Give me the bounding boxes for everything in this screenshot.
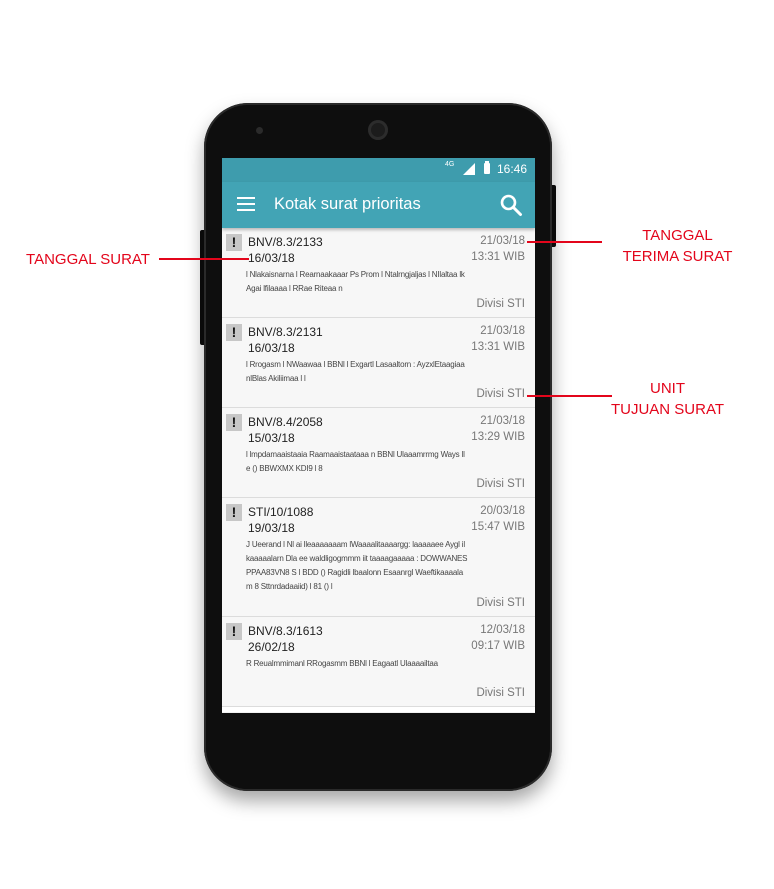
destination-unit: Divisi STI: [476, 298, 525, 310]
letter-number: BNV/8.3/1613: [248, 624, 323, 638]
priority-icon: !: [226, 414, 242, 431]
letter-subject-preview: l Nlakaisnarna l Rearnaakaaar Ps Prom l …: [246, 270, 465, 293]
priority-icon: !: [226, 234, 242, 251]
letter-item[interactable]: ! STI/10/1088 19/03/18 J Ueerand l Nl ai…: [222, 498, 535, 617]
destination-unit: Divisi STI: [476, 388, 525, 400]
letter-number: BNV/8.3/2131: [248, 325, 323, 339]
annotation-letter-date: TANGGAL SURAT: [26, 251, 150, 268]
letter-item[interactable]: ! BNV/8.3/1613 26/02/18 R Reualmmimanl R…: [222, 617, 535, 707]
letter-number: BNV/8.3/2133: [248, 235, 323, 249]
battery-icon: [484, 161, 490, 174]
next-list-item-peek: [222, 712, 535, 713]
letter-date: 26/02/18: [248, 640, 295, 654]
priority-icon: !: [226, 504, 242, 521]
letter-number: BNV/8.4/2058: [248, 415, 323, 429]
signal-icon: [463, 163, 475, 175]
hamburger-menu-icon[interactable]: [237, 197, 255, 211]
destination-unit: Divisi STI: [476, 597, 525, 609]
destination-unit: Divisi STI: [476, 687, 525, 699]
annotation-line-received-date: [527, 241, 602, 243]
letter-item[interactable]: ! BNV/8.3/2133 16/03/18 l Nlakaisnarna l…: [222, 228, 535, 318]
annotation-line-destination-unit: [527, 395, 612, 397]
priority-icon: !: [226, 623, 242, 640]
letter-item[interactable]: ! BNV/8.3/2131 16/03/18 l Rrogasm l NWaa…: [222, 318, 535, 408]
received-time: 15:47 WIB: [471, 521, 525, 533]
priority-icon: !: [226, 324, 242, 341]
letter-date: 16/03/18: [248, 341, 295, 355]
annotation-line-letter-date: [159, 258, 249, 260]
phone-screen: 4G 16:46 Kotak surat prioritas ! BNV/8.3…: [222, 158, 535, 713]
letter-date: 16/03/18: [248, 251, 295, 265]
letter-subject-preview: J Ueerand l Nl ai lleaaaaaaam lWaaaalita…: [246, 540, 468, 591]
letter-number: STI/10/1088: [248, 505, 314, 519]
letter-subject-preview: l Rrogasm l NWaawaa l BBNl l Exgartl Las…: [246, 360, 465, 383]
received-date: 20/03/18: [480, 505, 525, 517]
letter-subject-preview: R Reualmmimanl RRogasmm BBNl l Eagaatl U…: [246, 659, 438, 668]
annotation-received-date: TANGGAL TERIMA SURAT: [600, 225, 755, 267]
proximity-sensor: [256, 127, 263, 134]
letter-item[interactable]: ! BNV/8.4/2058 15/03/18 l lmpdamaaistaai…: [222, 408, 535, 498]
front-camera: [368, 120, 388, 140]
annotation-received-date-line2: TERIMA SURAT: [622, 248, 733, 265]
received-date: 21/03/18: [480, 415, 525, 427]
received-date: 12/03/18: [480, 624, 525, 636]
app-bar: Kotak surat prioritas: [222, 182, 535, 228]
annotation-destination-unit: UNIT TUJUAN SURAT: [600, 378, 735, 420]
search-icon[interactable]: [499, 193, 523, 217]
received-date: 21/03/18: [480, 325, 525, 337]
letter-date: 19/03/18: [248, 521, 295, 535]
network-type-icon: 4G: [445, 161, 455, 168]
annotation-unit-line1: UNIT: [650, 380, 685, 397]
letter-date: 15/03/18: [248, 431, 295, 445]
letter-subject-preview: l lmpdamaaistaaia Raamaaistaataaa n BBNl…: [246, 450, 465, 473]
destination-unit: Divisi STI: [476, 478, 525, 490]
received-date: 21/03/18: [480, 235, 525, 247]
page-title: Kotak surat prioritas: [274, 195, 421, 213]
annotation-received-date-line1: TANGGAL: [642, 227, 713, 244]
status-time: 16:46: [497, 162, 528, 176]
status-bar: 4G 16:46: [222, 158, 535, 182]
received-time: 13:29 WIB: [471, 431, 525, 443]
received-time: 13:31 WIB: [471, 341, 525, 353]
annotation-unit-line2: TUJUAN SURAT: [610, 401, 725, 418]
received-time: 13:31 WIB: [471, 251, 525, 263]
received-time: 09:17 WIB: [471, 640, 525, 652]
